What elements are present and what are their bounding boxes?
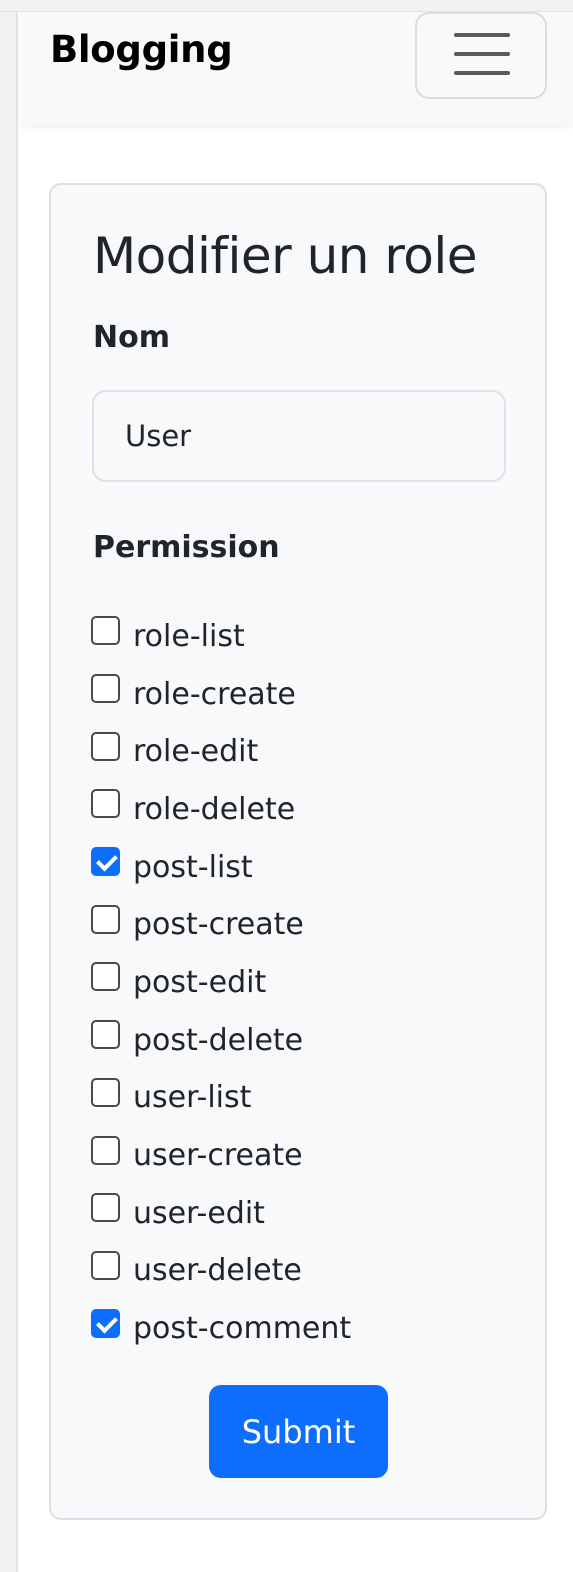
permission-item[interactable]: user-edit — [91, 1182, 511, 1240]
permission-item[interactable]: post-delete — [91, 1009, 511, 1067]
checkbox-unchecked[interactable] — [91, 616, 120, 646]
permission-item[interactable]: post-edit — [91, 951, 511, 1009]
browser-left-edge — [0, 0, 18, 1572]
checkbox-unchecked[interactable] — [91, 731, 120, 761]
permission-item-label: post-delete — [133, 1022, 304, 1058]
permission-item-label: post-edit — [133, 964, 267, 1000]
checkbox-unchecked[interactable] — [91, 1250, 120, 1280]
page-title: Modifier un role — [93, 227, 478, 285]
submit-button[interactable]: Submit — [209, 1385, 388, 1478]
checkbox-unchecked[interactable] — [91, 904, 120, 934]
permission-item[interactable]: post-create — [91, 893, 511, 951]
checkbox-unchecked[interactable] — [91, 1077, 120, 1107]
permission-item-label: user-delete — [133, 1253, 302, 1289]
permission-item-label: role-edit — [133, 734, 259, 770]
permission-item-label: post-comment — [133, 1311, 352, 1347]
permission-item-label: role-delete — [133, 791, 296, 827]
checkbox-unchecked[interactable] — [91, 962, 120, 992]
permission-item[interactable]: role-create — [91, 663, 511, 721]
permission-label: Permission — [93, 530, 280, 565]
checkbox-unchecked[interactable] — [91, 789, 120, 819]
checkbox-unchecked[interactable] — [91, 1020, 120, 1050]
permission-item[interactable]: role-list — [91, 605, 511, 663]
permission-item[interactable]: role-edit — [91, 720, 511, 778]
permission-item[interactable]: post-comment — [91, 1297, 511, 1355]
edit-role-card: Modifier un role Nom Permission role-lis… — [49, 183, 547, 1520]
permission-item-label: user-create — [133, 1138, 303, 1174]
name-label: Nom — [93, 320, 170, 355]
permission-item-label: role-list — [133, 618, 245, 654]
permission-item[interactable]: post-list — [91, 836, 511, 894]
permission-item-label: role-create — [133, 676, 296, 712]
permission-item-label: post-create — [133, 907, 304, 943]
permission-item[interactable]: role-delete — [91, 778, 511, 836]
permission-item-label: post-list — [133, 849, 253, 885]
navbar: Blogging — [20, 12, 573, 124]
permission-item[interactable]: user-create — [91, 1124, 511, 1182]
checkbox-unchecked[interactable] — [91, 1193, 120, 1223]
name-input[interactable] — [92, 390, 506, 482]
permission-item[interactable]: user-list — [91, 1067, 511, 1125]
navbar-toggler-button[interactable] — [415, 12, 547, 99]
permission-item-label: user-list — [133, 1080, 252, 1116]
browser-top-edge — [0, 0, 573, 12]
checkbox-unchecked[interactable] — [91, 1135, 120, 1165]
menu-hamburger-icon — [454, 33, 510, 77]
checkbox-checked[interactable] — [91, 847, 120, 877]
permission-list: role-list role-create role-edit role-delete… — [91, 605, 511, 1355]
checkbox-unchecked[interactable] — [91, 674, 120, 704]
permission-item-label: user-edit — [133, 1195, 265, 1231]
navbar-brand[interactable]: Blogging — [50, 28, 233, 71]
permission-item[interactable]: user-delete — [91, 1240, 511, 1298]
checkbox-checked[interactable] — [91, 1308, 120, 1338]
